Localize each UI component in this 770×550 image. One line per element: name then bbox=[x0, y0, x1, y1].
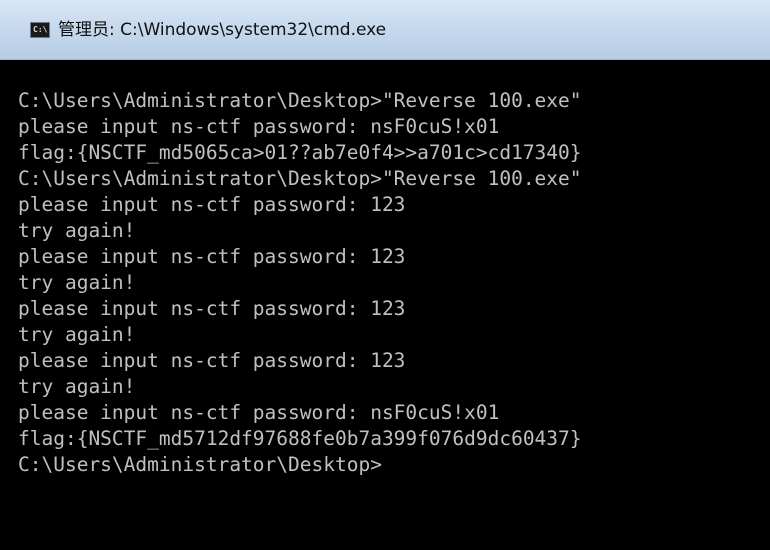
console-line: try again! bbox=[18, 375, 136, 398]
cmd-window: C:\ 管理员: C:\Windows\system32\cmd.exe C:\… bbox=[0, 0, 770, 550]
cmd-console-icon[interactable]: C:\ bbox=[30, 22, 50, 38]
console-line: try again! bbox=[18, 219, 136, 242]
console-line: C:\Users\Administrator\Desktop>"Reverse … bbox=[18, 89, 582, 112]
console-line: flag:{NSCTF_md5712df97688fe0b7a399f076d9… bbox=[18, 427, 582, 450]
console-line: please input ns-ctf password: 123 bbox=[18, 297, 406, 320]
console-line: please input ns-ctf password: nsF0cuS!x0… bbox=[18, 401, 500, 424]
console-line: please input ns-ctf password: 123 bbox=[18, 245, 406, 268]
console-line: flag:{NSCTF_md5065ca>01??ab7e0f4>>a701c>… bbox=[18, 141, 582, 164]
console-output[interactable]: C:\Users\Administrator\Desktop>"Reverse … bbox=[18, 88, 758, 538]
console-line: please input ns-ctf password: nsF0cuS!x0… bbox=[18, 115, 500, 138]
console-line: C:\Users\Administrator\Desktop>"Reverse … bbox=[18, 167, 582, 190]
console-prompt-line: C:\Users\Administrator\Desktop> bbox=[18, 453, 382, 476]
cmd-icon-glyph: C:\ bbox=[33, 25, 48, 34]
console-line: try again! bbox=[18, 323, 136, 346]
console-line: please input ns-ctf password: 123 bbox=[18, 193, 406, 216]
console-line: try again! bbox=[18, 271, 136, 294]
console-line: please input ns-ctf password: 123 bbox=[18, 349, 406, 372]
title-bar[interactable]: C:\ 管理员: C:\Windows\system32\cmd.exe bbox=[0, 0, 770, 60]
window-title: 管理员: C:\Windows\system32\cmd.exe bbox=[58, 20, 387, 40]
